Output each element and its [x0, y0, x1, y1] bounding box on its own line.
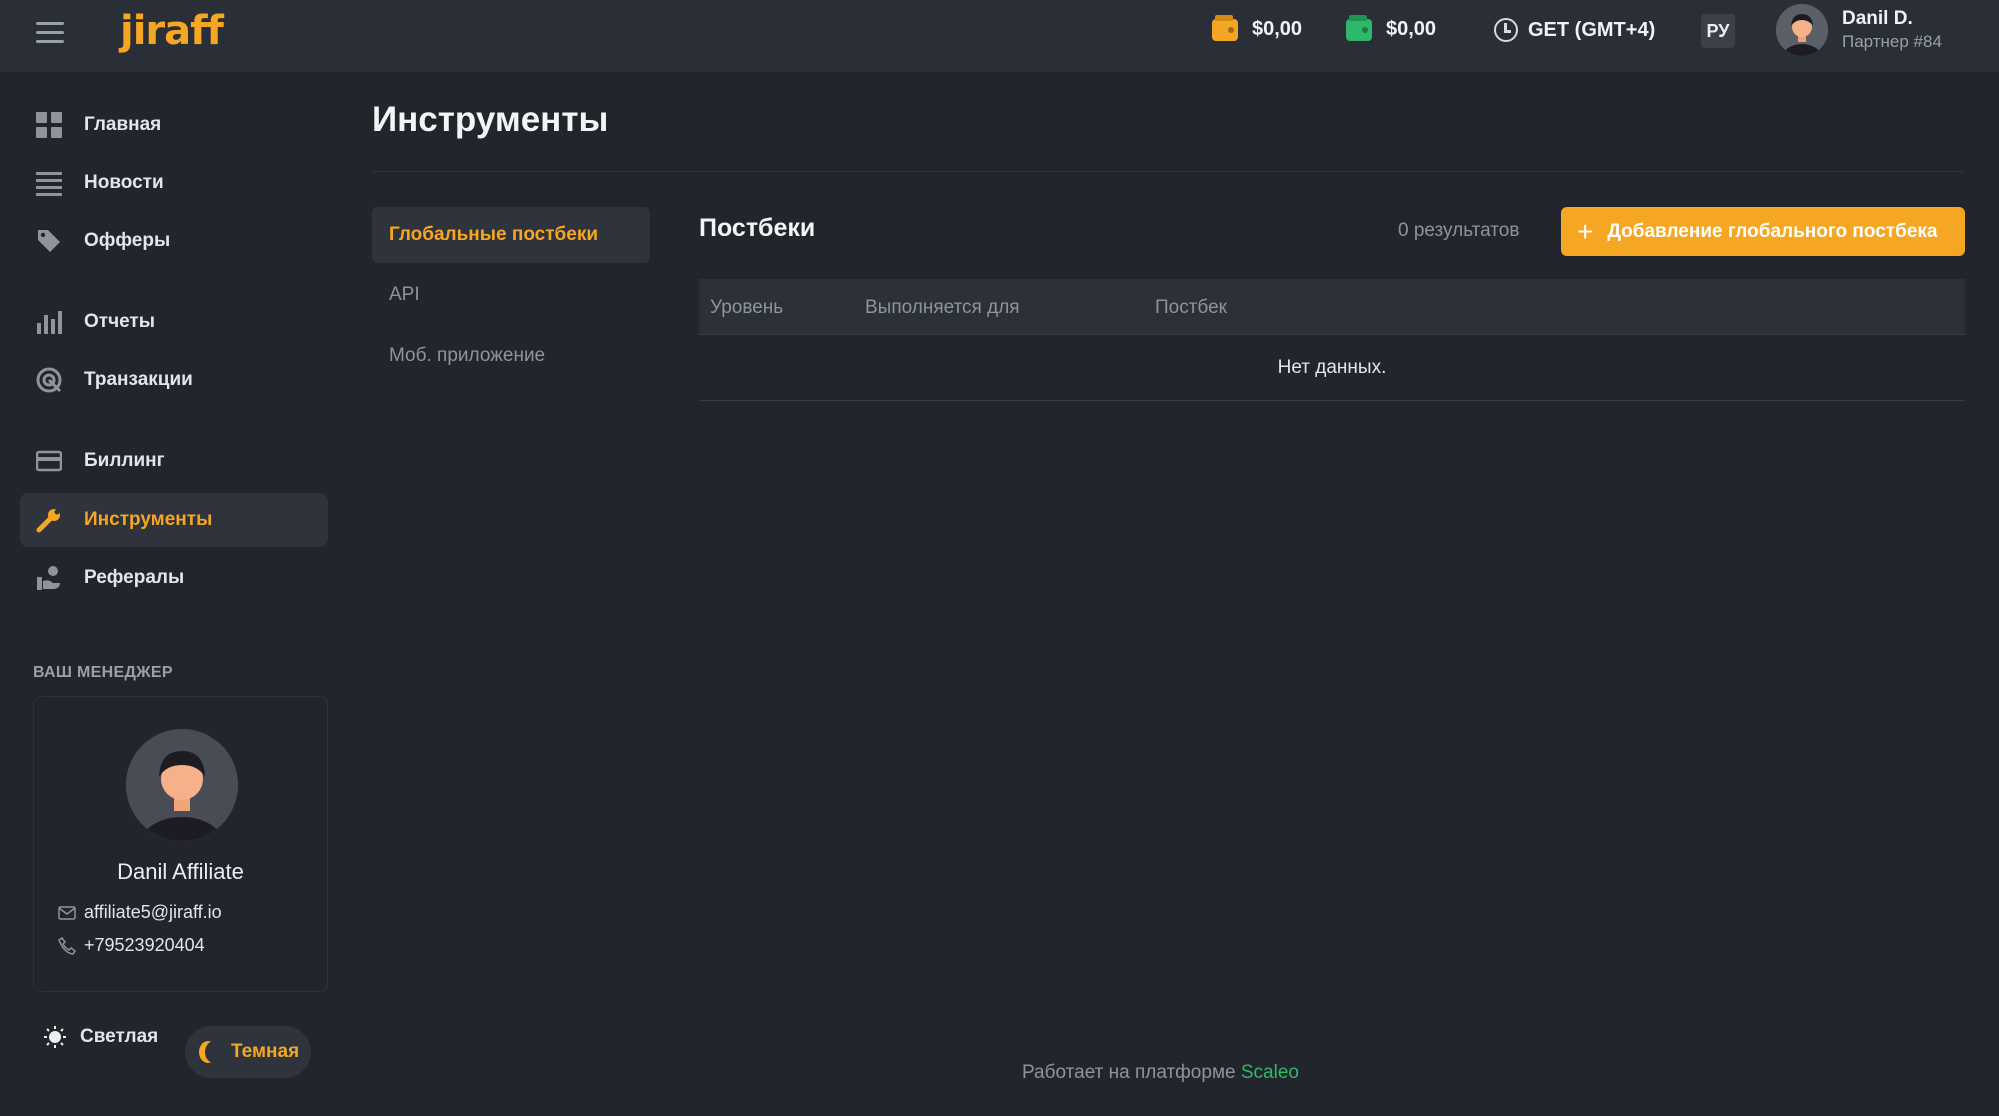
sidebar-item-label: Биллинг	[84, 450, 165, 471]
menu-icon[interactable]	[36, 18, 64, 46]
theme-light-button[interactable]: Светлая	[44, 1026, 158, 1048]
language-button[interactable]: РУ	[1701, 14, 1735, 48]
sidebar-item-label: Рефералы	[84, 567, 185, 588]
news-icon	[36, 170, 62, 196]
sidebar-item-label: Инструменты	[84, 509, 213, 530]
mail-icon	[58, 905, 76, 920]
top-bar: jiraff $0,00 $0,00 GET (GMT+4) РУ Danil …	[0, 0, 1999, 72]
sun-icon	[44, 1026, 66, 1048]
column-level[interactable]: Уровень	[710, 297, 783, 319]
theme-light-label: Светлая	[80, 1026, 159, 1047]
sidebar-item-tools[interactable]: Инструменты	[20, 493, 328, 547]
manager-phone-text: +79523920404	[84, 935, 205, 955]
sidebar-item-billing[interactable]: Биллинг	[20, 434, 328, 488]
manager-name: Danil Affiliate	[117, 859, 244, 884]
subnav-api[interactable]: API	[372, 267, 650, 323]
moon-icon	[199, 1041, 217, 1063]
logo[interactable]: jiraff	[120, 8, 224, 54]
avatar	[1776, 4, 1828, 56]
theme-dark-button[interactable]: Темная	[185, 1026, 312, 1078]
wallet-icon	[1212, 14, 1238, 41]
sidebar-item-reports[interactable]: Отчеты	[20, 295, 328, 349]
clock-icon	[1494, 18, 1518, 42]
add-button-label: Добавление глобального постбека	[1607, 220, 1938, 242]
wrench-icon	[36, 507, 62, 533]
sidebar-item-referrals[interactable]: Рефералы	[20, 551, 328, 605]
add-global-postback-button[interactable]: + Добавление глобального постбека	[1561, 207, 1965, 256]
phone-icon	[58, 936, 76, 955]
wallet-amount: $0,00	[1386, 18, 1437, 40]
wallet-balance-pending[interactable]: $0,00	[1212, 14, 1303, 41]
timezone-label: GET (GMT+4)	[1528, 18, 1656, 41]
sidebar-item-label: Офферы	[84, 230, 171, 251]
panel-title: Постбеки	[699, 214, 816, 242]
page-title: Инструменты	[372, 100, 609, 139]
transactions-icon	[36, 367, 62, 393]
manager-card: Danil Affiliate affiliate5@jiraff.io +79…	[33, 696, 328, 992]
sidebar-item-label: Отчеты	[84, 311, 155, 332]
sidebar-item-label: Главная	[84, 114, 162, 135]
sidebar-item-news[interactable]: Новости	[20, 156, 328, 210]
footer-text: Работает на платформе	[1022, 1062, 1236, 1083]
manager-phone[interactable]: +79523920404	[58, 935, 205, 956]
postbacks-table: Уровень Выполняется для Постбек Нет данн…	[699, 279, 1965, 401]
wallet-icon	[1346, 14, 1372, 41]
sidebar: Главная Новости Офферы Отчеты Транзакции…	[0, 72, 340, 1116]
subnav-global-postbacks[interactable]: Глобальные постбеки	[372, 207, 650, 263]
user-menu[interactable]: Danil D. Партнер #84	[1776, 4, 1942, 56]
theme-dark-label: Темная	[231, 1041, 300, 1062]
avatar	[126, 729, 238, 841]
footer-brand-link[interactable]: Scaleo	[1241, 1062, 1299, 1083]
wallet-amount: $0,00	[1252, 18, 1303, 40]
sidebar-item-label: Новости	[84, 172, 164, 193]
sidebar-item-transactions[interactable]: Транзакции	[20, 353, 328, 407]
manager-email[interactable]: affiliate5@jiraff.io	[58, 902, 222, 923]
empty-state-text: Нет данных.	[1277, 356, 1387, 378]
footer: Работает на платформе Scaleo	[1022, 1062, 1299, 1084]
sidebar-item-offers[interactable]: Офферы	[20, 214, 328, 268]
tag-icon	[36, 228, 62, 254]
user-partner-id: Партнер #84	[1842, 32, 1942, 51]
manager-email-text: affiliate5@jiraff.io	[84, 902, 222, 922]
bar-chart-icon	[36, 309, 62, 335]
results-count: 0 результатов	[1398, 220, 1520, 241]
column-applies-to[interactable]: Выполняется для	[865, 297, 1020, 319]
manager-section-title: ВАШ МЕНЕДЖЕР	[33, 664, 173, 681]
credit-card-icon	[35, 448, 63, 474]
dashboard-icon	[36, 112, 62, 138]
timezone-selector[interactable]: GET (GMT+4)	[1494, 18, 1655, 42]
wallet-balance-available[interactable]: $0,00	[1346, 14, 1437, 41]
subnav-mobile-app[interactable]: Моб. приложение	[372, 328, 650, 384]
referral-icon	[36, 565, 62, 591]
table-empty-row: Нет данных.	[699, 335, 1965, 401]
column-postback[interactable]: Постбек	[1155, 297, 1227, 319]
sidebar-item-home[interactable]: Главная	[20, 98, 328, 152]
user-name: Danil D.	[1842, 8, 1913, 29]
divider	[372, 171, 1964, 172]
sidebar-item-label: Транзакции	[84, 369, 193, 390]
plus-icon: +	[1577, 215, 1594, 247]
table-header: Уровень Выполняется для Постбек	[699, 279, 1965, 335]
